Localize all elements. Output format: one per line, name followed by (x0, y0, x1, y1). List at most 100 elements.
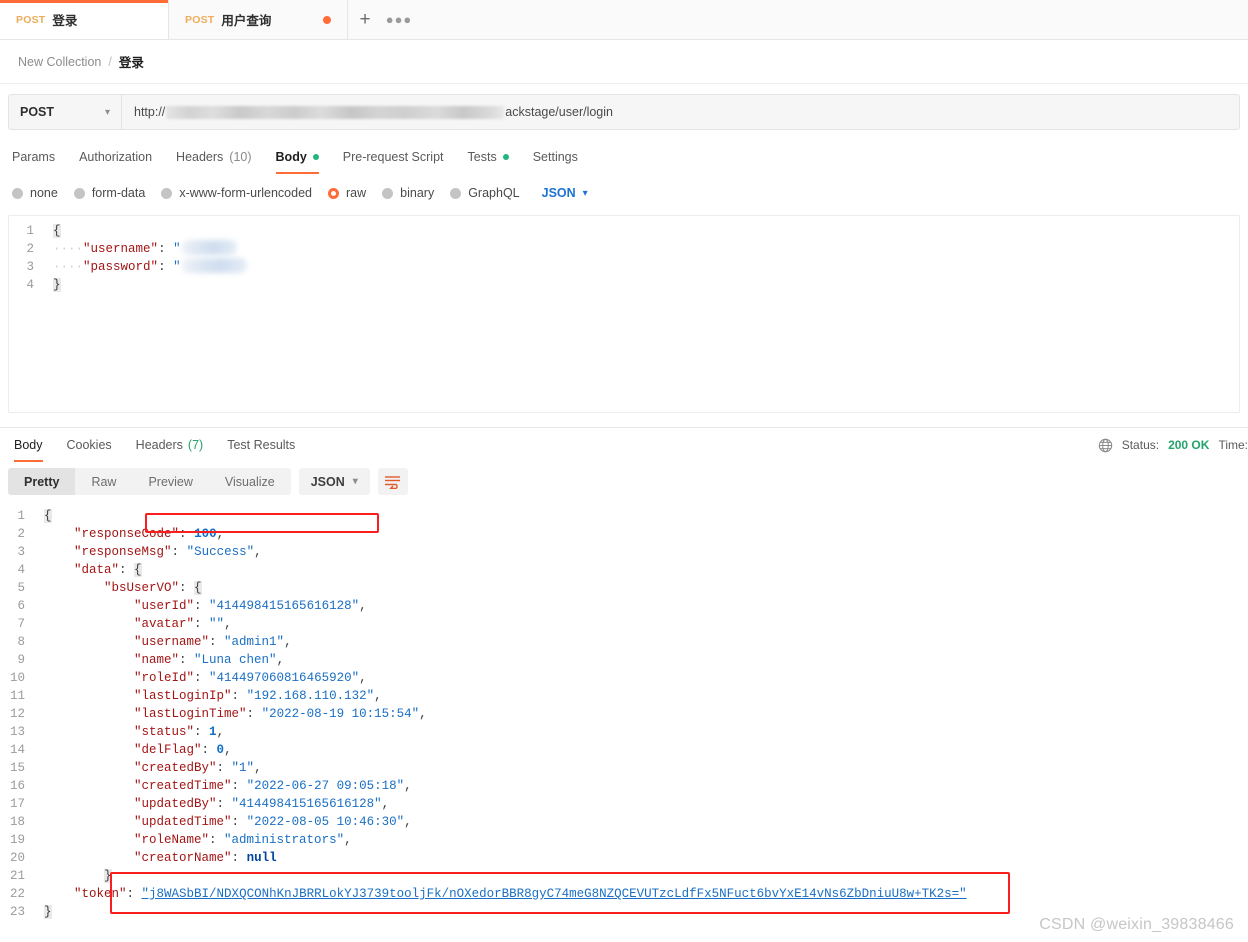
body-type-graphql[interactable]: GraphQL (450, 186, 520, 200)
request-tab-label: Headers (176, 149, 224, 164)
request-tab-label: Settings (532, 149, 578, 164)
url-suffix: ackstage/user/login (505, 105, 613, 119)
code-line: 18 "updatedTime": "2022-08-05 10:46:30", (0, 813, 1248, 831)
request-tab-settings[interactable]: Settings (521, 140, 590, 173)
tab-bar-filler (416, 0, 1248, 39)
code-line: 1 { (9, 222, 1239, 240)
line-number: 16 (9, 779, 25, 793)
time-label: Time: (1218, 438, 1248, 452)
view-mode-visualize[interactable]: Visualize (209, 468, 291, 495)
code-text: } (44, 905, 52, 919)
body-type-row: none form-data x-www-form-urlencoded raw… (0, 173, 1248, 205)
code-text: "responseMsg": "Success", (74, 545, 262, 559)
chevron-down-icon: ▾ (352, 476, 358, 487)
request-tab-body[interactable]: Body (264, 140, 331, 174)
body-type-label: raw (346, 186, 367, 200)
response-tab-body[interactable]: Body (8, 428, 55, 462)
code-text: ····"username": " (43, 240, 237, 258)
line-number: 20 (9, 851, 25, 865)
new-tab-button[interactable]: + (348, 0, 382, 39)
body-type-raw[interactable]: raw (328, 186, 366, 200)
unsaved-indicator-icon (323, 15, 331, 24)
tab-login[interactable]: POST 登录 (0, 0, 168, 39)
url-redacted-region (166, 105, 505, 119)
response-view-modes: Pretty Raw Preview Visualize (8, 468, 291, 495)
radio-icon (12, 187, 23, 199)
code-text: "lastLoginTime": "2022-08-19 10:15:54", (134, 707, 427, 721)
code-text: "responseCode": 100, (74, 527, 225, 541)
body-type-form-data[interactable]: form-data (73, 186, 145, 200)
line-number: 21 (9, 869, 25, 883)
request-tab-params[interactable]: Params (8, 140, 67, 173)
code-line: 6 "userId": "414498415165616128", (0, 597, 1248, 615)
code-line: 9 "name": "Luna chen", (0, 651, 1248, 669)
line-number: 3 (26, 260, 34, 274)
request-tab-label: Tests (467, 149, 497, 164)
chevron-down-icon: ▾ (582, 187, 588, 199)
tab-title: 登录 (52, 14, 78, 28)
view-mode-preview[interactable]: Preview (132, 468, 208, 495)
view-mode-pretty[interactable]: Pretty (8, 468, 76, 495)
has-content-indicator-icon (502, 153, 509, 160)
view-mode-label: Visualize (224, 474, 275, 489)
code-line: 13 "status": 1, (0, 723, 1248, 741)
status-badge: 200 OK (1168, 438, 1210, 452)
breadcrumb: New Collection / 登录 (0, 40, 1248, 84)
view-mode-raw[interactable]: Raw (75, 468, 132, 495)
tab-bar: POST 登录 POST 用户查询 + ●●● (0, 0, 1248, 40)
response-tab-label: Headers (135, 438, 183, 452)
line-number: 10 (9, 671, 25, 685)
url-input[interactable]: http:// ackstage/user/login (121, 94, 1240, 130)
code-line: 22 "token": "j8WASbBI/NDXQCONhKnJBRRLokY… (0, 885, 1248, 903)
line-number: 4 (26, 278, 34, 292)
code-text: "createdTime": "2022-06-27 09:05:18", (134, 779, 412, 793)
tab-options-icon[interactable]: ●●● (382, 0, 416, 39)
code-text: ····"password": " (43, 258, 247, 276)
code-line: 1{ (0, 507, 1248, 525)
request-tab-pre-request-script[interactable]: Pre-request Script (331, 140, 456, 173)
wrap-lines-button[interactable] (377, 468, 408, 495)
http-method-select[interactable]: POST ▾ (8, 94, 121, 130)
request-tab-label: Pre-request Script (342, 149, 444, 164)
code-text: "roleId": "414497060816465920", (134, 671, 367, 685)
code-text: } (53, 278, 61, 292)
line-number: 2 (17, 527, 25, 541)
request-tab-headers[interactable]: Headers (10) (164, 140, 263, 173)
line-number: 23 (9, 905, 25, 919)
http-method-label: POST (20, 105, 55, 119)
tab-user-query[interactable]: POST 用户查询 (168, 0, 348, 39)
code-text: "createdBy": "1", (134, 761, 262, 775)
response-format-select[interactable]: JSON ▾ (298, 468, 370, 495)
response-status-bar: Status: 200 OK Time: (1098, 428, 1248, 462)
request-body-editor[interactable]: 1 { 2 ····"username": " 3 ····"password"… (8, 215, 1240, 413)
body-type-x-www-form-urlencoded[interactable]: x-www-form-urlencoded (161, 186, 312, 200)
line-number: 9 (17, 653, 25, 667)
response-tab-label: Cookies (66, 438, 112, 452)
body-format-label: JSON (541, 186, 576, 200)
body-format-select[interactable]: JSON ▾ (542, 186, 588, 200)
code-text: "updatedBy": "414498415165616128", (134, 797, 390, 811)
response-toolbar: Pretty Raw Preview Visualize JSON ▾ (0, 462, 1248, 501)
response-tab-test-results[interactable]: Test Results (215, 428, 307, 462)
response-tab-cookies[interactable]: Cookies (55, 428, 124, 462)
view-mode-label: Preview (148, 474, 193, 489)
code-line: 12 "lastLoginTime": "2022-08-19 10:15:54… (0, 705, 1248, 723)
code-text: "userId": "414498415165616128", (134, 599, 367, 613)
response-tab-headers[interactable]: Headers (7) (124, 428, 216, 462)
request-tab-tests[interactable]: Tests (456, 140, 521, 173)
body-type-none[interactable]: none (12, 186, 58, 200)
request-tab-authorization[interactable]: Authorization (67, 140, 164, 173)
code-line: 16 "createdTime": "2022-06-27 09:05:18", (0, 777, 1248, 795)
tab-method-label: POST (16, 13, 46, 26)
breadcrumb-collection[interactable]: New Collection (18, 55, 101, 69)
url-prefix: http:// (134, 105, 166, 119)
line-number: 17 (9, 797, 25, 811)
body-type-binary[interactable]: binary (382, 186, 434, 200)
line-number: 1 (26, 224, 34, 238)
redacted-value (180, 240, 237, 255)
code-line: 15 "createdBy": "1", (0, 759, 1248, 777)
chevron-down-icon: ▾ (104, 106, 110, 118)
response-body-code[interactable]: 1{2 "responseCode": 100, 3 "responseMsg":… (0, 501, 1248, 921)
line-number: 18 (9, 815, 25, 829)
code-line: 5 "bsUserVO": { (0, 579, 1248, 597)
